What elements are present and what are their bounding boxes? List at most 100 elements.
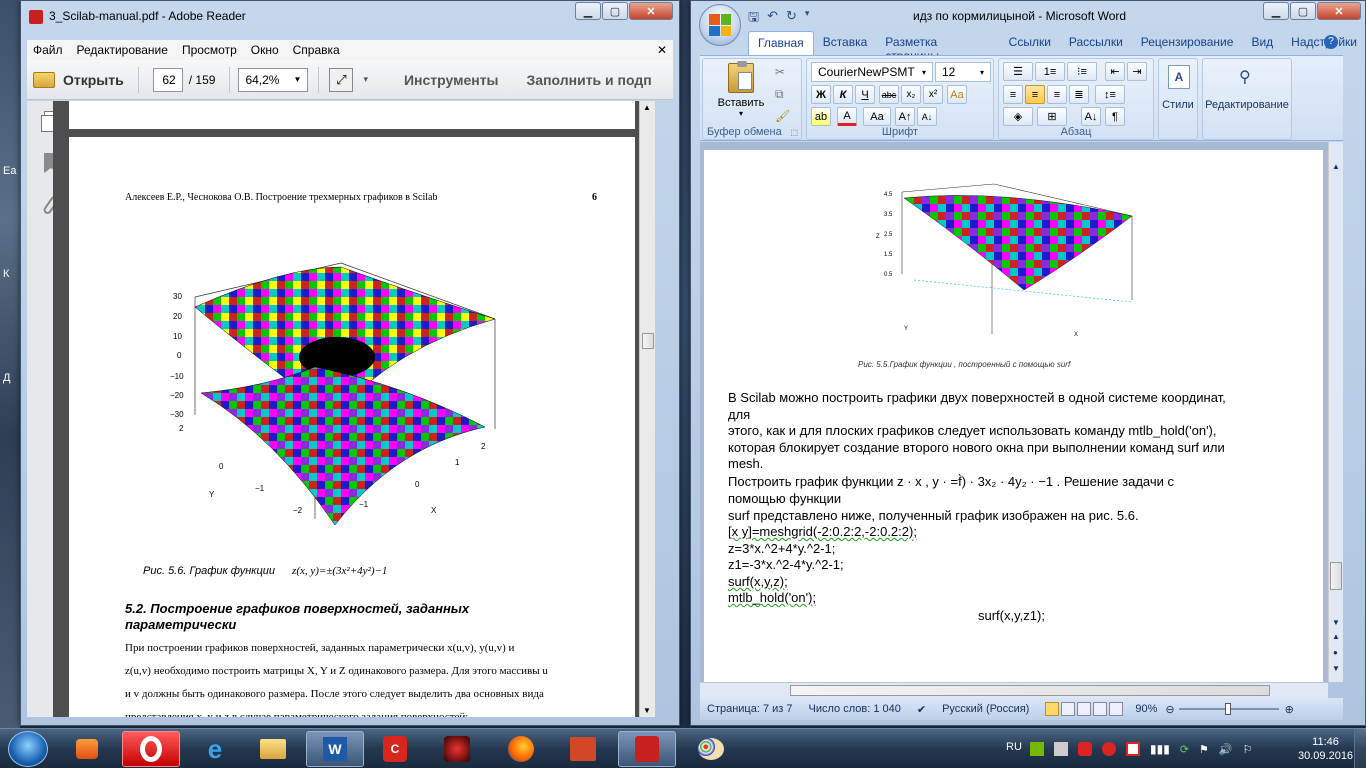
line-spacing-button[interactable]: ↕≡ (1095, 85, 1125, 104)
menu-window[interactable]: Окно (251, 43, 279, 57)
underline-button[interactable]: Ч (855, 85, 875, 104)
ccleaner-tray-icon[interactable] (1102, 742, 1116, 756)
align-left-button[interactable]: ≡ (1003, 85, 1023, 104)
start-button[interactable] (8, 731, 48, 767)
decrease-indent-button[interactable]: ⇤ (1105, 62, 1125, 81)
minimize-button[interactable]: ▁ (1263, 2, 1289, 20)
keyboard-icon[interactable] (1054, 742, 1068, 756)
draft-view-icon[interactable] (1109, 702, 1124, 716)
show-formatting-button[interactable]: ¶ (1105, 107, 1125, 126)
flag-icon[interactable]: ⚐ (1243, 743, 1253, 756)
maximize-button[interactable]: ▢ (1290, 2, 1316, 20)
language-indicator[interactable]: RU (1006, 741, 1022, 768)
justify-button[interactable]: ≣ (1069, 85, 1089, 104)
taskbar-word[interactable]: W (306, 731, 364, 767)
undo-icon[interactable]: ↶ (767, 8, 778, 30)
cut-icon[interactable]: ✂ (775, 65, 785, 79)
taskbar-explorer[interactable] (244, 731, 302, 767)
word-vertical-scrollbar[interactable]: ▲ ▼ ▲ ● ▼ (1328, 142, 1343, 682)
volume-icon[interactable]: 🔊 (1219, 743, 1233, 756)
scroll-down-arrow[interactable]: ▼ (1332, 618, 1340, 627)
sort-button[interactable]: A↓ (1081, 107, 1101, 126)
superscript-button[interactable]: x² (923, 85, 943, 104)
next-page-icon[interactable]: ▼ (1332, 664, 1340, 673)
network-icon[interactable]: ▮▮▮ (1150, 742, 1170, 756)
word-document-area[interactable]: 4.5 3.5 2.5 1.5 0.5 Z Y X Рис. 5.5.Графи… (700, 142, 1343, 682)
taskbar-opera[interactable] (122, 731, 180, 767)
taskbar-powerpoint[interactable] (554, 731, 612, 767)
scroll-down-arrow[interactable]: ▼ (643, 706, 651, 715)
antivirus-icon[interactable] (1126, 742, 1140, 756)
taskbar-ie[interactable]: e (186, 731, 244, 767)
toolbar-menu-icon[interactable]: ▾ (363, 74, 368, 85)
italic-button[interactable]: К (833, 85, 853, 104)
tab-mailings[interactable]: Рассылки (1060, 31, 1132, 55)
shrink-font-button[interactable]: A↓ (917, 107, 937, 126)
fill-sign-button[interactable]: Заполнить и подп (527, 72, 652, 88)
font-size-select[interactable]: 12 ▾ (935, 62, 991, 82)
menu-file[interactable]: Файл (33, 43, 63, 57)
close-document-icon[interactable]: ✕ (657, 43, 667, 57)
numbering-button[interactable]: 1≡ (1035, 62, 1065, 81)
redo-icon[interactable]: ↻ (786, 8, 797, 30)
tab-view[interactable]: Вид (1242, 31, 1282, 55)
font-size-case-button[interactable]: Aa (863, 107, 891, 126)
taskbar-paint[interactable] (682, 731, 740, 767)
prev-page-icon[interactable]: ▲ (1332, 632, 1340, 641)
help-icon[interactable]: ? (1324, 35, 1338, 49)
shading-button[interactable]: ◈ (1003, 107, 1033, 126)
close-button[interactable]: ✕ (1317, 2, 1361, 20)
tab-home[interactable]: Главная (748, 31, 814, 55)
h-scroll-thumb[interactable] (790, 685, 1270, 696)
action-center-icon[interactable]: ⚑ (1199, 743, 1209, 756)
open-button[interactable]: Открыть (33, 71, 124, 88)
tools-button[interactable]: Инструменты (404, 72, 499, 88)
taskbar-ccleaner[interactable]: C (366, 731, 424, 767)
maximize-button[interactable]: ▢ (602, 2, 628, 20)
highlight-color-button[interactable]: ab (811, 107, 831, 126)
minimize-button[interactable]: ▁ (575, 2, 601, 20)
reading-view-icon[interactable] (1061, 702, 1076, 716)
show-desktop-button[interactable] (1354, 729, 1366, 768)
web-view-icon[interactable] (1077, 702, 1092, 716)
clock[interactable]: 11:46 30.09.2016 (1298, 735, 1353, 768)
print-layout-view-icon[interactable] (1045, 702, 1060, 716)
menu-help[interactable]: Справка (293, 43, 340, 57)
zoom-in-icon[interactable]: ⊕ (1285, 703, 1294, 716)
subscript-button[interactable]: x₂ (901, 85, 921, 104)
save-icon[interactable]: 🖫 (748, 8, 759, 30)
status-language[interactable]: Русский (Россия) (942, 703, 1029, 715)
spellcheck-icon[interactable]: ✔ (917, 703, 926, 716)
paste-button[interactable]: Вставить ▾ (713, 61, 769, 118)
menu-view[interactable]: Просмотр (182, 43, 237, 57)
menu-edit[interactable]: Редактирование (77, 43, 168, 57)
copy-icon[interactable]: ⧉ (775, 87, 784, 102)
tab-references[interactable]: Ссылки (1000, 31, 1060, 55)
close-button[interactable]: ✕ (629, 2, 673, 20)
editing-group[interactable]: ⚲ Редактирование (1202, 58, 1292, 140)
bullets-button[interactable]: ☰ (1003, 62, 1033, 81)
customize-qat-icon[interactable]: ▾ (805, 8, 810, 30)
align-right-button[interactable]: ≡ (1047, 85, 1067, 104)
taskbar-media-player[interactable] (58, 731, 116, 767)
bold-button[interactable]: Ж (811, 85, 831, 104)
dialog-launcher-icon[interactable]: ⬚ (790, 128, 798, 137)
borders-button[interactable]: ⊞ (1037, 107, 1067, 126)
pdf-vertical-scrollbar[interactable]: ▲ ▼ (639, 101, 655, 717)
taskbar-firefox[interactable] (492, 731, 550, 767)
zoom-slider[interactable] (1178, 703, 1279, 715)
pdf-document-area[interactable]: Алексеев Е.Р., Чеснокова О.В. Построение… (53, 101, 655, 717)
zoom-select[interactable]: 64,2% ▼ (238, 67, 309, 92)
status-page[interactable]: Страница: 7 из 7 (707, 703, 793, 715)
styles-group[interactable]: A Стили (1158, 58, 1198, 140)
format-painter-icon[interactable]: 🖌 (775, 109, 790, 123)
office-button[interactable] (699, 4, 741, 46)
browse-object-icon[interactable]: ● (1333, 648, 1338, 657)
align-center-button[interactable]: ≡ (1025, 85, 1045, 104)
font-color-button[interactable]: A (837, 107, 857, 126)
change-case-icon[interactable]: Aa (947, 85, 967, 104)
scroll-up-arrow[interactable]: ▲ (1332, 162, 1340, 171)
page-number-input[interactable]: 62 (152, 67, 183, 92)
reader-titlebar[interactable]: 3_Scilab-manual.pdf - Adobe Reader ▁ ▢ ✕ (21, 1, 679, 31)
strikethrough-button[interactable]: abc (879, 85, 899, 104)
